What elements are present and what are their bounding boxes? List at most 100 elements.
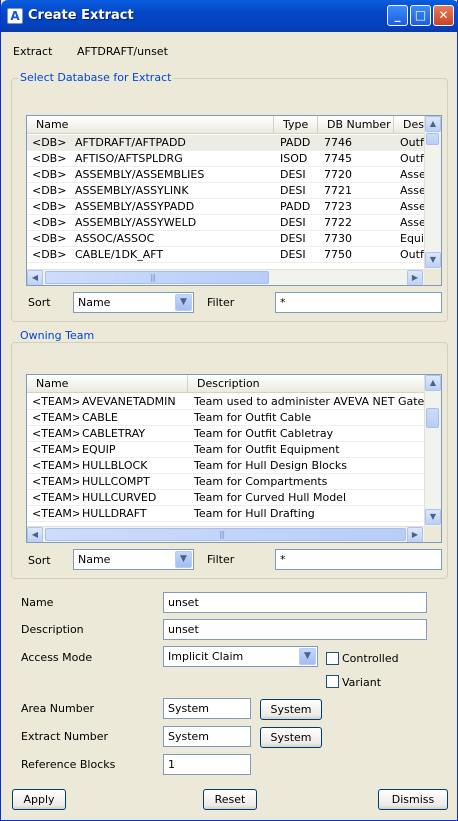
scroll-right-button[interactable]: ▶: [407, 527, 423, 542]
table-row[interactable]: <DB> AFTDRAFT/AFTPADD PADD 7746 Outfi: [27, 135, 425, 151]
table-row[interactable]: <TEAM> EQUIP Team for Outfit Equipment: [27, 442, 424, 458]
team-filter-input[interactable]: *: [275, 549, 442, 570]
column-header-name[interactable]: Name: [27, 116, 274, 134]
table-row[interactable]: <TEAM> HULLCOMPT Team for Compartments: [27, 474, 424, 490]
db-sort-select[interactable]: Name ▼: [73, 292, 194, 313]
scroll-left-button[interactable]: ◀: [27, 527, 43, 542]
maximize-button[interactable]: □: [410, 5, 431, 26]
cell-name: ASSEMBLY/ASSYPADD: [75, 200, 195, 213]
cell-name: CABLE/1DK_AFT: [75, 248, 164, 261]
cell-name: HULLCOMPT: [82, 475, 150, 488]
dismiss-button[interactable]: Dismiss: [378, 789, 448, 810]
team-sort-select[interactable]: Name ▼: [73, 549, 194, 570]
close-icon: ✕: [438, 8, 449, 22]
table-row[interactable]: <DB> ASSEMBLY/ASSEMBLIES DESI 7720 Asse: [27, 167, 425, 183]
name-input[interactable]: unset: [163, 592, 427, 613]
create-extract-window: A Create Extract _ □ ✕ Extract AFTDRAFT/…: [0, 0, 458, 821]
table-row[interactable]: <DB> ASSOC/ASSOC DESI 7730 Equip: [27, 231, 425, 247]
scroll-left-button[interactable]: ◀: [27, 270, 43, 285]
column-header-name[interactable]: Name: [27, 375, 188, 393]
db-filter-input[interactable]: *: [275, 292, 442, 313]
table-row[interactable]: <DB> ASSEMBLY/ASSYWELD DESI 7722 Asse: [27, 215, 425, 231]
minimize-button[interactable]: _: [387, 5, 408, 26]
cell-tag: <TEAM>: [32, 459, 79, 472]
area-number-input[interactable]: System: [163, 698, 251, 719]
table-row[interactable]: <TEAM> HULLCURVED Team for Curved Hull Mod…: [27, 490, 424, 506]
cell-type: DESI: [280, 248, 306, 261]
scroll-thumb[interactable]: |||: [45, 271, 269, 284]
controlled-label: Controlled: [342, 652, 399, 665]
grip-icon: |||: [150, 273, 156, 282]
table-row[interactable]: <TEAM> AVEVANETADMIN Team used to administ…: [27, 394, 424, 410]
close-button[interactable]: ✕: [433, 5, 454, 26]
window-title: Create Extract: [28, 8, 134, 23]
column-header-description[interactable]: Description: [188, 375, 425, 393]
cell-tag: <TEAM>: [32, 427, 79, 440]
apply-button[interactable]: Apply: [12, 789, 66, 810]
db-sort-value: Name: [78, 296, 111, 309]
team-hscrollbar[interactable]: ◀ ||| ▶: [27, 526, 424, 542]
database-hscrollbar[interactable]: ◀ ||| ▶: [27, 269, 424, 285]
table-row[interactable]: <TEAM> HULLBLOCK Team for Hull Design Bloc…: [27, 458, 424, 474]
title-bar[interactable]: A Create Extract _ □ ✕: [1, 0, 458, 32]
column-header-type[interactable]: Type: [274, 116, 318, 134]
chevron-down-icon[interactable]: ▼: [175, 551, 192, 568]
table-row[interactable]: <DB> CABLE/1DK_AFT DESI 7750 Outfi: [27, 247, 425, 263]
access-mode-label: Access Mode: [21, 651, 93, 664]
cell-desc: Equip: [400, 232, 425, 245]
table-row[interactable]: <TEAM> CABLETRAY Team for Outfit Cabletray: [27, 426, 424, 442]
scroll-down-button[interactable]: ▼: [425, 252, 441, 268]
table-row[interactable]: <TEAM> HULLDRAFT Team for Hull Drafting: [27, 506, 424, 522]
cell-type: ISOD: [280, 152, 308, 165]
scroll-up-button[interactable]: ▲: [425, 375, 441, 391]
cell-desc: Team for Hull Design Blocks: [194, 459, 348, 472]
table-row[interactable]: <DB> ASSEMBLY/ASSYLINK DESI 7721 Asse: [27, 183, 425, 199]
team-vscrollbar[interactable]: ▲ ▼: [424, 375, 441, 526]
access-mode-value: Implicit Claim: [168, 650, 244, 663]
scroll-right-button[interactable]: ▶: [407, 270, 423, 285]
cell-num: 7722: [324, 216, 352, 229]
cell-type: DESI: [280, 216, 306, 229]
cell-desc: Team used to administer AVEVA NET Gatewa…: [194, 395, 424, 408]
cell-type: PADD: [280, 200, 311, 213]
variant-label: Variant: [342, 676, 382, 689]
table-row[interactable]: <DB> ASSEMBLY/ASSYPADD PADD 7723 Asse: [27, 199, 425, 215]
cell-desc: Asse: [400, 216, 425, 229]
cell-num: 7723: [324, 200, 352, 213]
reset-button[interactable]: Reset: [203, 789, 257, 810]
extract-number-input[interactable]: System: [163, 726, 251, 747]
cell-tag: <TEAM>: [32, 475, 79, 488]
area-system-button[interactable]: System: [260, 699, 322, 720]
scroll-thumb[interactable]: |||: [45, 528, 406, 541]
cell-name: CABLE: [82, 411, 118, 424]
table-row[interactable]: <TEAM> CABLE Team for Outfit Cable: [27, 410, 424, 426]
variant-checkbox[interactable]: [326, 675, 339, 688]
team-sort-value: Name: [78, 553, 111, 566]
chevron-down-icon[interactable]: ▼: [299, 648, 316, 665]
scroll-thumb[interactable]: [426, 408, 439, 428]
cell-name: ASSOC/ASSOC: [75, 232, 155, 245]
table-row[interactable]: <DB> AFTISO/AFTSPLDRG ISOD 7745 Outfi: [27, 151, 425, 167]
extract-value: AFTDRAFT/unset: [77, 45, 168, 58]
extract-number-system-button[interactable]: System: [260, 727, 322, 748]
database-vscrollbar[interactable]: ▲ ▼: [424, 116, 441, 269]
owning-team-group-title: Owning Team: [18, 329, 97, 342]
scroll-down-button[interactable]: ▼: [425, 509, 441, 525]
description-input[interactable]: unset: [163, 619, 427, 640]
team-table-header: Name Description: [27, 375, 425, 393]
database-group-title: Select Database for Extract: [18, 71, 174, 84]
scroll-thumb[interactable]: [426, 133, 439, 145]
cell-num: 7746: [324, 136, 352, 149]
cell-name: EQUIP: [82, 443, 116, 456]
name-label: Name: [21, 596, 54, 609]
database-table: Name Type DB Number Desc <DB> AFTDRAFT/AF…: [26, 115, 442, 286]
scroll-up-button[interactable]: ▲: [425, 116, 441, 132]
cell-num: 7720: [324, 168, 352, 181]
chevron-down-icon[interactable]: ▼: [175, 294, 192, 311]
cell-tag: <DB>: [32, 136, 67, 149]
reference-blocks-input[interactable]: 1: [163, 754, 251, 775]
column-header-db-number[interactable]: DB Number: [318, 116, 394, 134]
minimize-icon: _: [394, 8, 401, 22]
access-mode-select[interactable]: Implicit Claim ▼: [163, 646, 318, 667]
controlled-checkbox[interactable]: [326, 652, 339, 665]
